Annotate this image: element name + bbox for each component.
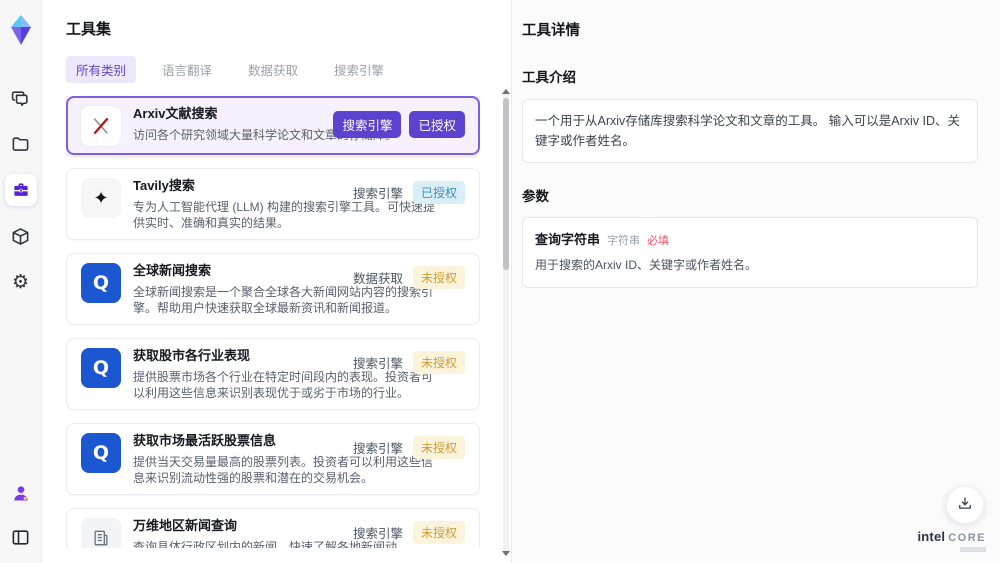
tool-category-badge: 搜索引擎 <box>352 442 403 456</box>
tool-category-badge: 搜索引擎 <box>352 357 403 371</box>
tool-card[interactable]: Arxiv文献搜索 访问各个研究领域大量科学论文和文章的存储库。 搜索引擎 已授… <box>66 96 480 155</box>
list-scrollbar[interactable] <box>502 89 510 556</box>
tool-category-badge: 搜索引擎 <box>333 111 402 138</box>
tool-card[interactable]: 万维地区新闻查询 查询具体行政区划内的新闻，快速了解各地新闻动 搜索引擎 未授权 <box>66 508 480 548</box>
settings-icon[interactable]: ⚙ <box>5 266 37 298</box>
sidebar-bottom <box>5 477 37 553</box>
app-window: ⚙ 工具集 所有类别 语言翻译 数据获取 搜索引擎 Arxiv文献搜索 访问各个… <box>0 0 1000 563</box>
tavily-star-icon: ✦ <box>81 178 121 218</box>
category-tab-3[interactable]: 搜索引擎 <box>324 56 394 83</box>
arxiv-logo-icon <box>81 106 121 146</box>
parameter-card: 查询字符串 字符串 必填 用于搜索的Arxiv ID、关键字或作者姓名。 <box>522 217 978 288</box>
tool-status-badge: 未授权 <box>412 436 465 459</box>
category-tab-2[interactable]: 数据获取 <box>238 56 308 83</box>
scroll-down-arrow-icon[interactable] <box>502 551 510 556</box>
tool-card[interactable]: Q 全球新闻搜索 全球新闻搜索是一个聚合全球各大新闻网站内容的搜索引擎。帮助用户… <box>66 253 480 325</box>
brand-intel-text: intel <box>917 528 946 544</box>
tool-status-badge: 已授权 <box>412 181 465 204</box>
category-tabs: 所有类别 语言翻译 数据获取 搜索引擎 <box>66 56 511 83</box>
detail-title: 工具详情 <box>522 23 580 39</box>
tool-badges: 数据获取 未授权 <box>353 266 465 289</box>
app-logo-icon[interactable] <box>7 14 35 46</box>
category-tab-1[interactable]: 语言翻译 <box>152 56 222 83</box>
download-button[interactable] <box>946 486 984 524</box>
package-icon[interactable] <box>5 220 37 252</box>
tool-list-panel: 工具集 所有类别 语言翻译 数据获取 搜索引擎 Arxiv文献搜索 访问各个研究领域大… <box>42 0 511 563</box>
tool-status-badge: 未授权 <box>412 351 465 374</box>
scrollbar-thumb[interactable] <box>503 98 509 270</box>
tool-badges: 搜索引擎 未授权 <box>353 436 465 459</box>
tool-card[interactable]: ✦ Tavily搜索 专为人工智能代理 (LLM) 构建的搜索引擎工具。可快速提… <box>66 168 480 240</box>
parameter-required-badge: 必填 <box>647 235 670 247</box>
tool-category-badge: 数据获取 <box>352 272 403 286</box>
download-icon <box>956 495 974 516</box>
news-building-icon <box>81 518 121 548</box>
toolbox-icon[interactable] <box>4 174 37 206</box>
tool-status-badge: 已授权 <box>409 111 465 138</box>
tool-badges: 搜索引擎 未授权 <box>353 351 465 374</box>
tool-card[interactable]: Q 获取市场最活跃股票信息 提供当天交易量最高的股票列表。投资者可以利用这些信息… <box>66 423 480 495</box>
params-heading: 参数 <box>522 189 549 204</box>
parameter-name: 查询字符串 <box>535 232 601 247</box>
category-tab-0[interactable]: 所有类别 <box>66 56 137 83</box>
brand-core-text: core <box>948 531 986 544</box>
intro-heading: 工具介绍 <box>522 70 576 85</box>
scroll-up-arrow-icon[interactable] <box>502 89 510 94</box>
tool-badges: 搜索引擎 已授权 <box>333 111 465 138</box>
tool-status-badge: 未授权 <box>412 266 465 289</box>
tool-category-badge: 搜索引擎 <box>352 187 403 201</box>
blue-search-icon: Q <box>81 433 121 473</box>
blue-search-icon: Q <box>81 348 121 388</box>
tool-badges: 搜索引擎 未授权 <box>353 521 465 544</box>
folder-icon[interactable] <box>5 128 37 160</box>
sidebar-nav: ⚙ <box>4 82 37 298</box>
parameter-description: 用于搜索的Arxiv ID、关键字或作者姓名。 <box>535 258 758 272</box>
tool-intro-box: 一个用于从Arxiv存储库搜索科学论文和文章的工具。 输入可以是Arxiv ID… <box>522 99 978 163</box>
tool-list: Arxiv文献搜索 访问各个研究领域大量科学论文和文章的存储库。 搜索引擎 已授… <box>66 96 480 548</box>
chat-icon[interactable] <box>5 82 37 114</box>
sidebar: ⚙ <box>0 0 42 563</box>
blue-search-icon: Q <box>81 263 121 303</box>
tool-detail-panel: 工具详情 工具介绍 一个用于从Arxiv存储库搜索科学论文和文章的工具。 输入可… <box>511 0 1000 563</box>
tool-card[interactable]: Q 获取股市各行业表现 提供股票市场各个行业在特定时间段内的表现。投资者可以利用… <box>66 338 480 410</box>
panel-toggle-icon[interactable] <box>5 521 37 553</box>
intel-core-logo: intel core <box>917 528 986 552</box>
user-avatar-icon[interactable] <box>5 477 37 509</box>
tool-status-badge: 未授权 <box>412 521 465 544</box>
brand-series-bar <box>960 547 986 552</box>
page-title: 工具集 <box>66 21 112 38</box>
tool-badges: 搜索引擎 已授权 <box>353 181 465 204</box>
parameter-type: 字符串 <box>607 235 641 247</box>
tool-category-badge: 搜索引擎 <box>352 527 403 541</box>
